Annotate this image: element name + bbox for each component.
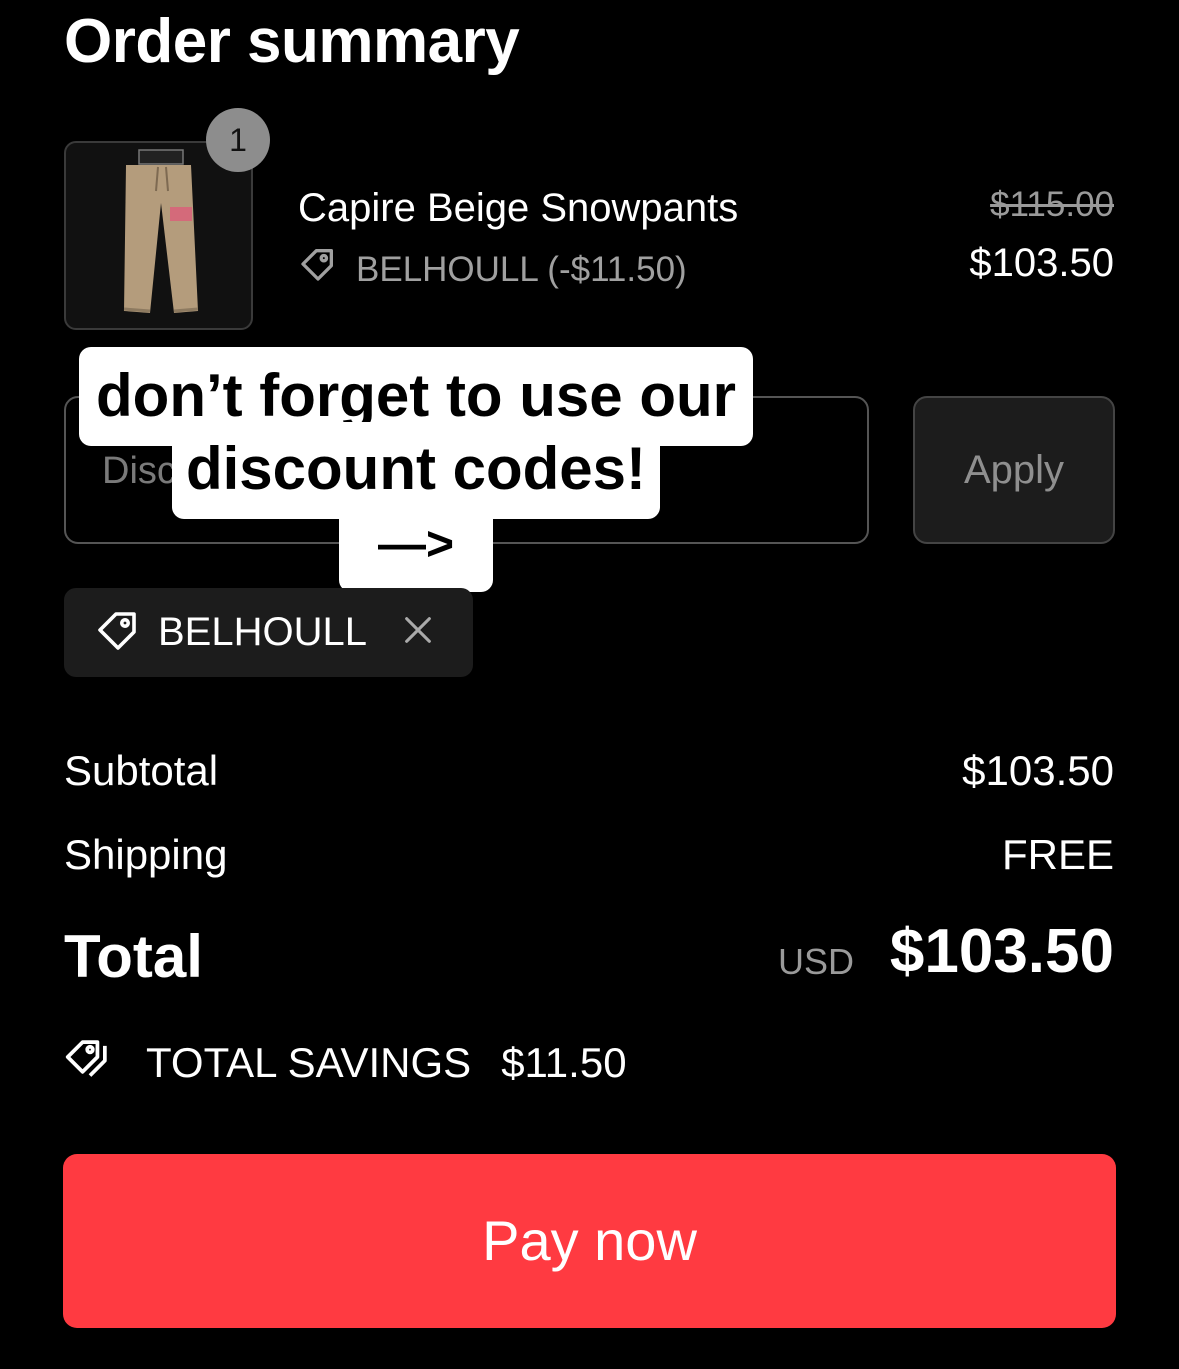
overlay-caption-arrow: —> bbox=[339, 500, 493, 592]
pay-now-button[interactable]: Pay now bbox=[63, 1154, 1116, 1328]
subtotal-value: $103.50 bbox=[962, 747, 1114, 794]
page-title: Order summary bbox=[64, 7, 520, 76]
tags-icon bbox=[64, 1034, 116, 1091]
quantity-badge: 1 bbox=[206, 108, 270, 172]
total-value: $103.50 bbox=[889, 917, 1114, 986]
shipping-label: Shipping bbox=[64, 831, 228, 878]
tag-icon bbox=[298, 244, 356, 296]
item-discount-line: BELHOULL (-$11.50) bbox=[298, 244, 687, 296]
item-name: Capire Beige Snowpants bbox=[298, 186, 739, 230]
applied-code-label: BELHOULL bbox=[158, 610, 367, 654]
tag-icon bbox=[94, 606, 142, 659]
close-icon[interactable] bbox=[401, 613, 435, 652]
currency-label: USD bbox=[778, 941, 855, 982]
original-price: $115.00 bbox=[990, 185, 1114, 224]
applied-discount-chip: BELHOULL bbox=[64, 588, 473, 677]
savings-value: $11.50 bbox=[501, 1038, 627, 1086]
item-discount-text: BELHOULL (-$11.50) bbox=[356, 250, 687, 289]
item-price: $103.50 bbox=[969, 241, 1114, 285]
savings-label: TOTAL SAVINGS bbox=[146, 1038, 472, 1086]
subtotal-label: Subtotal bbox=[64, 747, 219, 794]
total-label: Total bbox=[64, 923, 203, 990]
total-savings: TOTAL SAVINGS $11.50 bbox=[64, 1034, 627, 1091]
apply-button[interactable]: Apply bbox=[913, 396, 1115, 544]
shipping-value: FREE bbox=[1001, 831, 1114, 878]
